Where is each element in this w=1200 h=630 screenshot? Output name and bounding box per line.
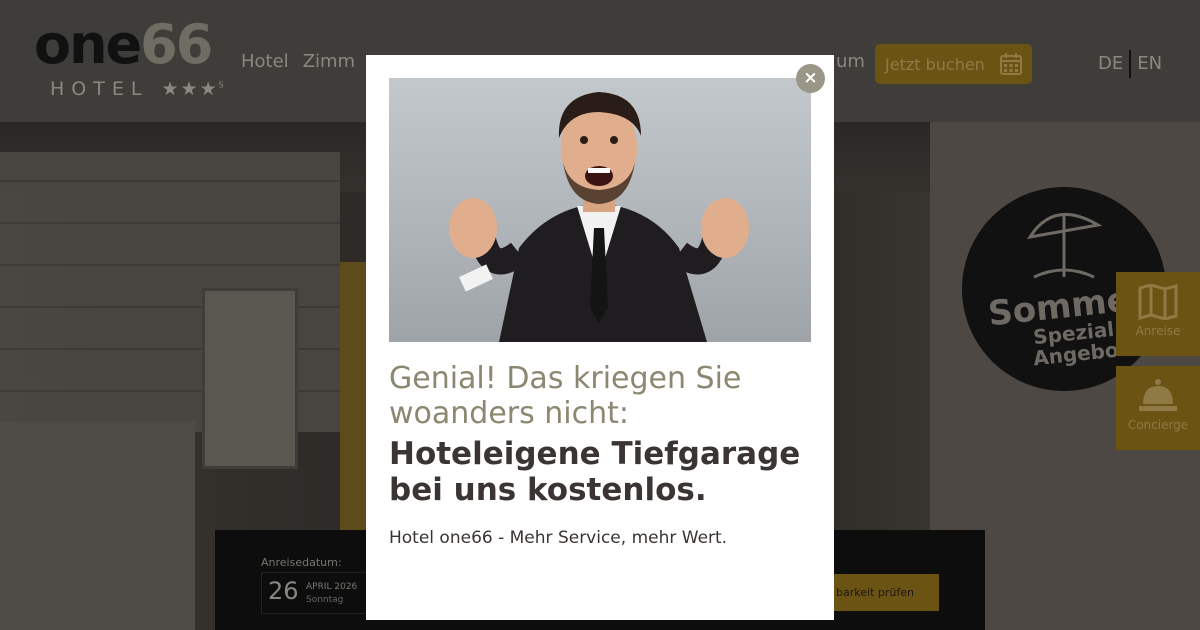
modal-headline-main: Hoteleigene Tiefgarage bei uns kostenlos… <box>389 436 801 508</box>
excited-man-image <box>449 92 749 342</box>
modal-subline: Hotel one66 - Mehr Service, mehr Wert. <box>389 528 728 548</box>
modal-headline-intro: Genial! Das kriegen Sie woanders nicht: <box>389 361 742 431</box>
promo-modal: Genial! Das kriegen Sie woanders nicht: … <box>366 55 834 620</box>
promo-photo <box>389 78 811 342</box>
modal-close-button[interactable]: × <box>796 64 825 93</box>
